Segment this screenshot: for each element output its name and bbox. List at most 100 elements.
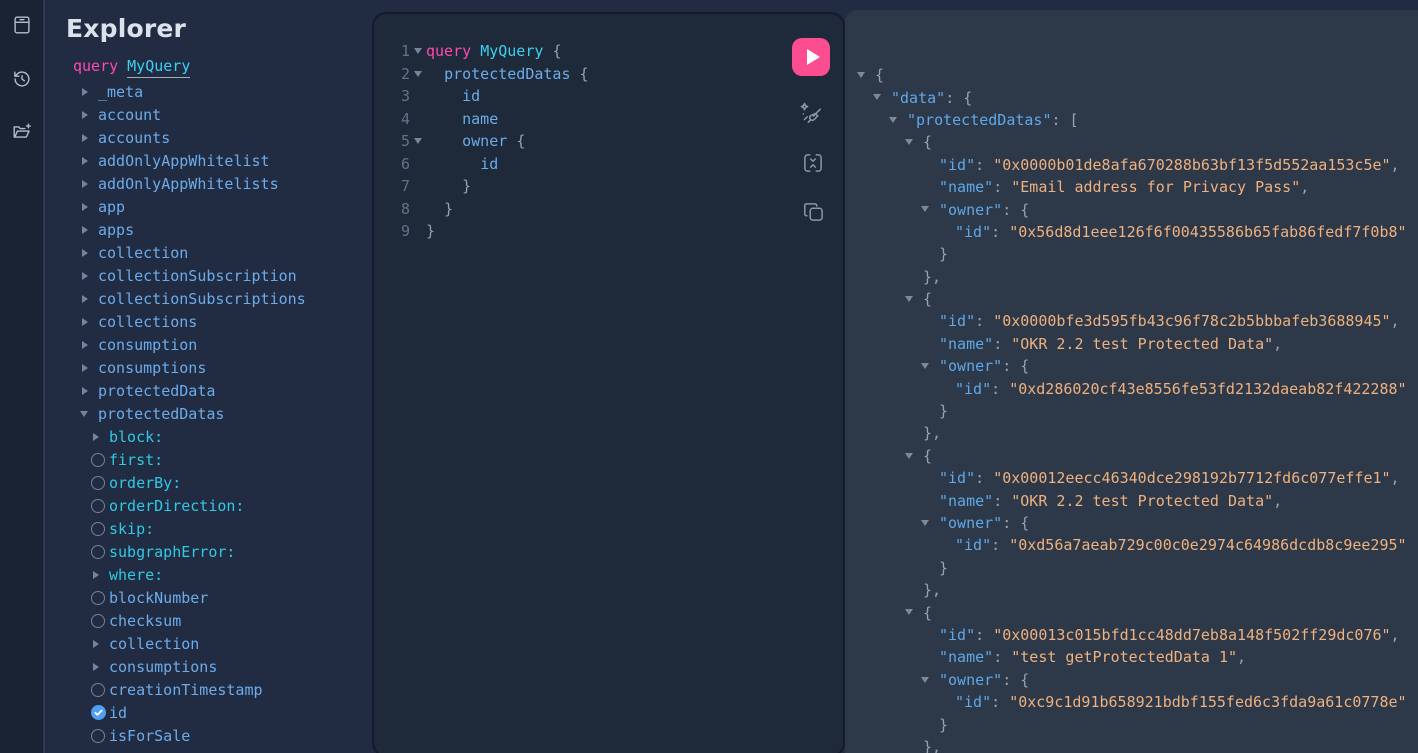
json-line: "owner": {	[845, 512, 1418, 534]
tree-item-collectionSubscription[interactable]: collectionSubscription	[47, 264, 372, 287]
collapse-icon[interactable]	[921, 520, 929, 526]
tree-item-label: collection	[98, 244, 188, 262]
tree-item-skip[interactable]: skip:	[47, 517, 372, 540]
collapse-icon[interactable]	[889, 117, 897, 123]
tree-item-label: app	[98, 198, 125, 216]
caret-right-icon[interactable]	[91, 433, 109, 441]
tree-item-addOnlyAppWhitelists[interactable]: addOnlyAppWhitelists	[47, 172, 372, 195]
tree-item-_meta[interactable]: _meta	[47, 80, 372, 103]
caret-right-icon[interactable]	[91, 640, 109, 648]
tree-item-protectedDatas[interactable]: protectedDatas	[47, 402, 372, 425]
editor-lines[interactable]: 1query MyQuery {2 protectedDatas {3 id4 …	[374, 40, 783, 243]
tree-item-checksum[interactable]: checksum	[47, 609, 372, 632]
caret-right-icon[interactable]	[80, 341, 98, 349]
collapse-icon[interactable]	[857, 72, 865, 78]
radio-icon[interactable]	[91, 453, 109, 467]
fold-icon[interactable]	[410, 138, 426, 144]
tree-item-blockNumber[interactable]: blockNumber	[47, 586, 372, 609]
caret-right-icon[interactable]	[80, 226, 98, 234]
tree-item-subgraphError[interactable]: subgraphError:	[47, 540, 372, 563]
caret-right-icon[interactable]	[80, 295, 98, 303]
caret-right-icon[interactable]	[80, 272, 98, 280]
tree-item-first[interactable]: first:	[47, 448, 372, 471]
caret-right-icon[interactable]	[80, 88, 98, 96]
fold-icon[interactable]	[410, 48, 426, 54]
caret-right-icon[interactable]	[80, 203, 98, 211]
operation-name[interactable]: MyQuery	[127, 57, 190, 78]
fold-icon[interactable]	[410, 71, 426, 77]
tree-item-creationTimestamp[interactable]: creationTimestamp	[47, 678, 372, 701]
tree-item-app[interactable]: app	[47, 195, 372, 218]
editor-line: 2 protectedDatas {	[374, 63, 783, 86]
tree-item-collectionSubscriptions[interactable]: collectionSubscriptions	[47, 287, 372, 310]
radio-icon[interactable]	[91, 614, 109, 628]
caret-right-icon[interactable]	[80, 180, 98, 188]
collapse-icon[interactable]	[921, 206, 929, 212]
caret-right-icon[interactable]	[80, 157, 98, 165]
editor-line: 9}	[374, 220, 783, 243]
collapse-icon[interactable]	[905, 453, 913, 459]
caret-right-icon[interactable]	[91, 571, 109, 579]
json-line: },	[845, 579, 1418, 601]
radio-icon[interactable]	[91, 522, 109, 536]
tree-item-consumptions[interactable]: consumptions	[47, 655, 372, 678]
caret-right-icon[interactable]	[80, 364, 98, 372]
tree-item-addOnlyAppWhitelist[interactable]: addOnlyAppWhitelist	[47, 149, 372, 172]
checked-circle-icon[interactable]	[91, 705, 109, 720]
tree-item-apps[interactable]: apps	[47, 218, 372, 241]
radio-icon[interactable]	[91, 476, 109, 490]
tree-item-collections[interactable]: collections	[47, 310, 372, 333]
json-text: },	[923, 738, 941, 753]
execute-query-button[interactable]	[792, 38, 830, 76]
caret-right-icon[interactable]	[80, 387, 98, 395]
json-line: "id": "0x00013c015bfd1cc48dd7eb8a148f502…	[845, 624, 1418, 646]
tree-item-label: orderDirection:	[109, 497, 244, 515]
tree-item-label: consumptions	[98, 359, 206, 377]
tree-item-accounts[interactable]: accounts	[47, 126, 372, 149]
prettify-button[interactable]	[798, 100, 824, 126]
collapse-icon[interactable]	[905, 609, 913, 615]
caret-down-icon[interactable]	[80, 411, 98, 417]
open-collection-icon[interactable]	[11, 121, 33, 143]
radio-icon[interactable]	[91, 683, 109, 697]
collapse-icon[interactable]	[873, 94, 881, 100]
collapse-icon[interactable]	[905, 296, 913, 302]
collapse-icon[interactable]	[921, 363, 929, 369]
tree-item-collection[interactable]: collection	[47, 632, 372, 655]
tree-item-label: first:	[109, 451, 163, 469]
caret-right-icon[interactable]	[91, 663, 109, 671]
docs-icon[interactable]	[11, 14, 33, 36]
tree-item-id[interactable]: id	[47, 701, 372, 724]
copy-query-button[interactable]	[801, 199, 827, 225]
json-line: },	[845, 266, 1418, 288]
collapse-icon[interactable]	[905, 139, 913, 145]
collapse-icon[interactable]	[921, 677, 929, 683]
json-line: "id": "0x56d8d1eee126f6f00435586b65fab86…	[845, 221, 1418, 243]
json-text: "owner": {	[939, 514, 1029, 532]
json-line: },	[845, 736, 1418, 753]
radio-icon[interactable]	[91, 591, 109, 605]
line-number: 5	[384, 132, 410, 150]
tree-item-protectedData[interactable]: protectedData	[47, 379, 372, 402]
tree-item-collection[interactable]: collection	[47, 241, 372, 264]
caret-right-icon[interactable]	[80, 318, 98, 326]
tree-item-orderDirection[interactable]: orderDirection:	[47, 494, 372, 517]
tree-item-consumption[interactable]: consumption	[47, 333, 372, 356]
radio-icon[interactable]	[91, 729, 109, 743]
tree-item-isForSale[interactable]: isForSale	[47, 724, 372, 747]
tree-item-consumptions[interactable]: consumptions	[47, 356, 372, 379]
caret-right-icon[interactable]	[80, 249, 98, 257]
tree-item-label: isForSale	[109, 727, 190, 745]
tree-item-block[interactable]: block:	[47, 425, 372, 448]
caret-right-icon[interactable]	[80, 134, 98, 142]
radio-icon[interactable]	[91, 545, 109, 559]
history-icon[interactable]	[11, 68, 33, 90]
merge-fragments-button[interactable]	[800, 150, 826, 176]
tree-item-account[interactable]: account	[47, 103, 372, 126]
radio-icon[interactable]	[91, 499, 109, 513]
tree-item-where[interactable]: where:	[47, 563, 372, 586]
json-text: "id": "0x56d8d1eee126f6f00435586b65fab86…	[955, 223, 1407, 241]
tree-item-orderBy[interactable]: orderBy:	[47, 471, 372, 494]
caret-right-icon[interactable]	[80, 111, 98, 119]
line-number: 9	[384, 222, 410, 240]
